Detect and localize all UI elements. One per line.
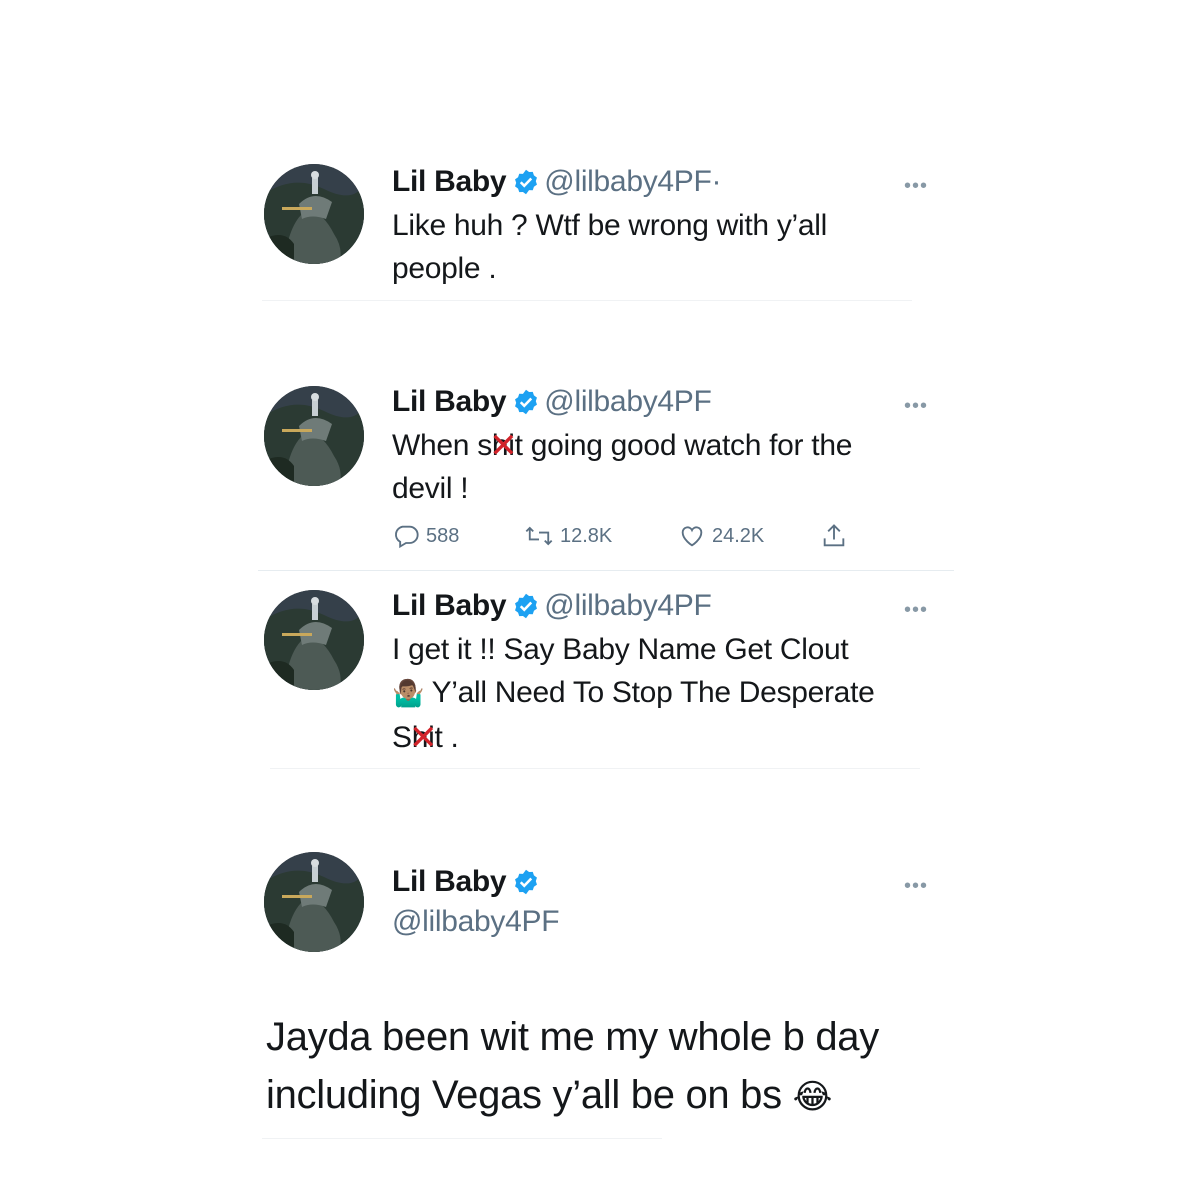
handle[interactable]: @lilbaby4PF bbox=[544, 589, 712, 622]
tweet-text-line: When shi ✕ t going good watch for the bbox=[392, 424, 952, 467]
handle[interactable]: @lilbaby4PF bbox=[544, 165, 712, 198]
tweet-text: Jayda been wit me my whole b day includi… bbox=[266, 1008, 966, 1126]
like-button[interactable]: 24.2K bbox=[678, 522, 764, 550]
divider bbox=[258, 570, 954, 571]
divider bbox=[270, 768, 920, 769]
tweet-text-line: Like huh ? Wtf be wrong with y’all bbox=[392, 209, 828, 242]
avatar[interactable] bbox=[264, 852, 364, 952]
tweet-text-line: devil ! bbox=[392, 472, 469, 505]
reply-icon bbox=[395, 525, 419, 549]
more-options-icon[interactable]: ••• bbox=[904, 176, 928, 196]
tweet-actions: 588 12.8K 24.2K bbox=[392, 522, 912, 552]
shrug-emoji: 🤷🏽‍♂️ bbox=[392, 679, 425, 709]
tweet-text: When shi ✕ t going good watch for the devi… bbox=[392, 424, 952, 510]
reply-button[interactable]: 588 bbox=[392, 522, 459, 550]
verified-badge-icon bbox=[512, 592, 540, 629]
tweet-header: Lil Baby @lilbaby4PF bbox=[392, 384, 712, 425]
like-count: 24.2K bbox=[712, 524, 765, 547]
verified-badge-icon bbox=[512, 868, 540, 905]
retweet-count: 12.8K bbox=[560, 524, 613, 547]
tweet-text-line: I get it !! Say Baby Name Get Clout bbox=[392, 633, 849, 666]
handle[interactable]: @lilbaby4PF bbox=[392, 904, 560, 940]
divider bbox=[262, 300, 912, 301]
avatar[interactable] bbox=[264, 590, 364, 690]
more-options-icon[interactable]: ••• bbox=[904, 600, 928, 620]
red-x-icon: ✕ bbox=[408, 718, 438, 757]
display-name[interactable]: Lil Baby bbox=[392, 165, 507, 198]
divider bbox=[262, 1138, 662, 1139]
laughing-emoji: 😂 bbox=[792, 1077, 833, 1117]
tweet-text: Like huh ? Wtf be wrong with y’all peopl… bbox=[392, 204, 952, 290]
censored-word: hi ✕ bbox=[408, 718, 438, 757]
verified-badge-icon bbox=[512, 168, 540, 205]
display-name[interactable]: Lil Baby bbox=[392, 385, 507, 418]
avatar[interactable] bbox=[264, 164, 364, 264]
retweet-icon bbox=[525, 526, 553, 546]
display-name[interactable]: Lil Baby bbox=[392, 865, 507, 898]
tweet-text-line: 🤷🏽‍♂️ Y’all Need To Stop The Desperate bbox=[392, 676, 875, 709]
avatar[interactable] bbox=[264, 386, 364, 486]
tweet-text-line: including Vegas y’all be on bs 😂 bbox=[266, 1073, 833, 1117]
red-x-icon: ✕ bbox=[489, 426, 518, 465]
tweet-text-line: Jayda been wit me my whole b day bbox=[266, 1015, 879, 1059]
separator-dot: · bbox=[711, 165, 722, 198]
share-icon bbox=[823, 524, 845, 547]
more-options-icon[interactable]: ••• bbox=[904, 396, 928, 416]
retweet-button[interactable]: 12.8K bbox=[524, 522, 612, 550]
tweet-header: Lil Baby @lilbaby4PF· bbox=[392, 164, 722, 205]
censored-word: hi ✕ bbox=[489, 426, 518, 465]
like-icon bbox=[681, 526, 703, 547]
reply-count: 588 bbox=[426, 524, 460, 547]
handle[interactable]: @lilbaby4PF bbox=[544, 385, 712, 418]
display-name[interactable]: Lil Baby bbox=[392, 589, 507, 622]
tweet-text-line: people . bbox=[392, 252, 497, 285]
share-button[interactable] bbox=[820, 522, 848, 550]
more-options-icon[interactable]: ••• bbox=[904, 876, 928, 896]
tweet-text: I get it !! Say Baby Name Get Clout 🤷🏽‍♂… bbox=[392, 628, 952, 759]
tweet-text-line: Shi ✕ t . bbox=[392, 716, 952, 759]
verified-badge-icon bbox=[512, 388, 540, 425]
tweet-header: Lil Baby bbox=[392, 864, 544, 905]
tweet-header: Lil Baby @lilbaby4PF bbox=[392, 588, 712, 629]
